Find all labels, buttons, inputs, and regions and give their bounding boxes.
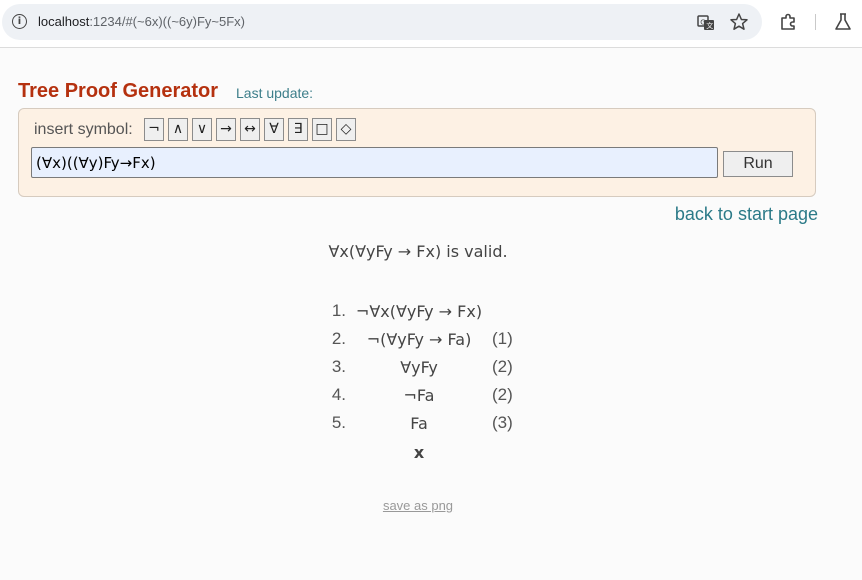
proof-line-justification: (1) [492,329,513,348]
insert-implies-button[interactable]: → [216,118,236,141]
info-icon[interactable]: i [12,14,27,29]
proof-line-formula: ¬Fa [403,386,435,405]
proof-line-formula: ¬(∀yFy → Fa) [366,330,472,349]
run-button[interactable]: Run [723,151,793,177]
toolbar-divider [815,14,816,30]
proof-line-justification: (2) [492,357,513,376]
insert-and-button[interactable]: ∧ [168,118,188,141]
save-as-png-link[interactable]: save as png [0,498,836,513]
insert-or-button[interactable]: ∨ [192,118,212,141]
insert-exists-button[interactable]: ∃ [288,118,308,141]
formula-panel: insert symbol: ¬ ∧ ∨ → ↔ ∀ ∃ □ ◇ Run [18,108,816,197]
insert-symbol-label: insert symbol: [34,121,133,138]
address-bar[interactable]: i localhost:1234/#(~6x)((~6y)Fy~5Fx) G 文 [2,4,762,40]
proof-line-formula: ∀yFy [400,358,438,377]
url-path: :1234/#(~6x)((~6y)Fy~5Fx) [89,14,246,29]
browser-toolbar: i localhost:1234/#(~6x)((~6y)Fy~5Fx) G 文 [0,0,862,48]
insert-forall-button[interactable]: ∀ [264,118,284,141]
back-to-start-link[interactable]: back to start page [675,204,818,225]
formula-input[interactable] [31,147,718,178]
validity-result: ∀x(∀yFy → Fx) is valid. [328,242,508,261]
page-title: Tree Proof Generator [18,80,219,102]
svg-text:文: 文 [706,21,713,30]
star-icon[interactable] [729,12,749,32]
labs-flask-icon[interactable] [833,12,853,32]
insert-diamond-button[interactable]: ◇ [336,118,356,141]
url-text[interactable]: localhost:1234/#(~6x)((~6y)Fy~5Fx) [38,14,245,29]
insert-not-button[interactable]: ¬ [144,118,164,141]
translate-icon[interactable]: G 文 [696,13,716,33]
proof-line-formula: ¬∀x(∀yFy → Fx) [355,302,483,321]
proof-line-justification: (2) [492,385,513,404]
insert-iff-button[interactable]: ↔ [240,118,260,141]
last-update-label: Last update: [236,85,314,101]
proof-line-justification: (3) [492,413,513,432]
url-host: localhost [38,14,90,29]
svg-text:G: G [700,19,705,27]
proof-line-formula: Fa [410,414,428,433]
extensions-icon[interactable] [779,12,799,32]
insert-box-button[interactable]: □ [312,118,332,141]
branch-closed-marker: x [413,443,425,462]
